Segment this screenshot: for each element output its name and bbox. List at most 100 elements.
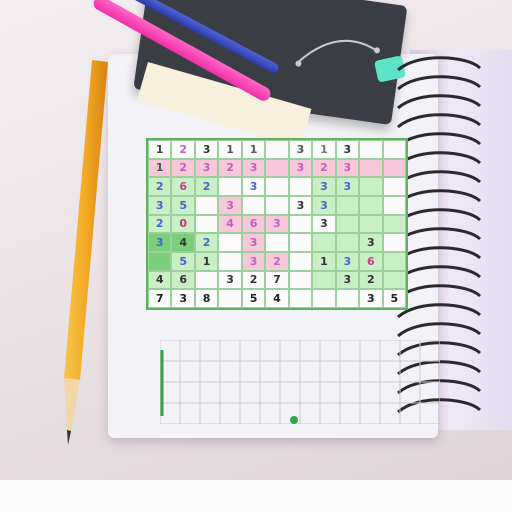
grid-cell xyxy=(265,233,289,252)
grid-cell: 4 xyxy=(265,289,289,308)
grid-cell xyxy=(241,195,266,215)
grid-cell xyxy=(265,195,289,215)
graph-dot xyxy=(290,416,298,424)
grid-cell xyxy=(288,289,313,308)
grid-cell xyxy=(335,233,360,252)
grid-cell: 2 xyxy=(148,214,172,234)
grid-cell: 6 xyxy=(171,270,195,290)
grid-cell: 3 xyxy=(335,140,360,159)
spiral-ring xyxy=(396,246,482,262)
grid-cell xyxy=(312,289,336,308)
grid-cell xyxy=(382,158,406,178)
grid-cell xyxy=(218,289,242,308)
grid-cell: 2 xyxy=(194,233,219,252)
desk-scene: 1231131312323323262333353332046333423351… xyxy=(0,0,512,512)
grid-cell xyxy=(382,251,406,271)
grid-cell xyxy=(359,158,383,178)
grid-cell: 4 xyxy=(171,233,195,252)
grid-cell xyxy=(312,270,336,290)
grid-cell: 5 xyxy=(171,195,195,215)
blank-graph-grid xyxy=(160,340,440,424)
grid-cell: 3 xyxy=(171,289,195,308)
grid-cell: 7 xyxy=(148,289,172,308)
spiral-ring xyxy=(396,189,482,205)
grid-cell xyxy=(148,251,172,271)
grid-cell: 1 xyxy=(218,140,242,159)
grid-cell: 1 xyxy=(194,251,219,271)
grid-cell: 3 xyxy=(335,270,360,290)
grid-cell xyxy=(265,158,289,178)
grid-cell: 3 xyxy=(148,195,172,215)
grid-cell: 3 xyxy=(359,289,383,308)
grid-cell: 5 xyxy=(171,251,195,271)
grid-cell xyxy=(359,177,383,196)
spiral-ring xyxy=(396,322,482,338)
grid-cell: 3 xyxy=(359,233,383,252)
grid-cell: 3 xyxy=(194,158,219,178)
spiral-ring xyxy=(396,75,482,91)
grid-cell xyxy=(265,140,289,159)
grid-cell xyxy=(288,214,313,234)
grid-cell xyxy=(218,177,242,196)
spiral-ring xyxy=(396,94,482,110)
grid-cell: 8 xyxy=(194,289,219,308)
grid-cell xyxy=(312,233,336,252)
grid-cell xyxy=(194,214,219,234)
grid-cell xyxy=(288,251,313,271)
grid-cell xyxy=(218,233,242,252)
spiral-ring xyxy=(396,170,482,186)
grid-cell xyxy=(194,270,219,290)
grid-cell xyxy=(382,233,406,252)
grid-cell: 3 xyxy=(288,158,313,178)
grid-cell: 1 xyxy=(312,251,336,271)
grid-cell: 3 xyxy=(194,140,219,159)
grid-cell: 5 xyxy=(241,289,266,308)
grid-cell: 2 xyxy=(171,158,195,178)
grid-cell: 2 xyxy=(148,177,172,196)
grid-cell xyxy=(382,177,406,196)
spiral-ring xyxy=(396,284,482,300)
yellow-pencil-icon xyxy=(64,60,108,445)
grid-cell: 3 xyxy=(241,251,266,271)
grid-cell: 1 xyxy=(241,140,266,159)
grid-cell: 7 xyxy=(265,270,289,290)
grid-cell: 3 xyxy=(241,158,266,178)
spiral-ring xyxy=(396,132,482,148)
grid-cell xyxy=(382,214,406,234)
grid-cell xyxy=(194,195,219,215)
grid-cell: 3 xyxy=(312,177,336,196)
grid-cell xyxy=(335,289,360,308)
grid-cell: 3 xyxy=(335,177,360,196)
grid-cell xyxy=(288,177,313,196)
grid-cell: 1 xyxy=(148,158,172,178)
grid-cell: 3 xyxy=(241,233,266,252)
bottom-band xyxy=(0,480,512,512)
grid-cell xyxy=(382,270,406,290)
grid-cell: 2 xyxy=(171,140,195,159)
grid-cell: 6 xyxy=(359,251,383,271)
grid-cell: 1 xyxy=(148,140,172,159)
grid-cell xyxy=(359,195,383,215)
grid-cell xyxy=(359,214,383,234)
puzzle-grid: 1231131312323323262333353332046333423351… xyxy=(146,138,408,310)
spiral-ring xyxy=(396,151,482,167)
grid-cell: 3 xyxy=(218,195,242,215)
grid-cell: 4 xyxy=(148,270,172,290)
grid-cell: 3 xyxy=(335,251,360,271)
grid-cell: 6 xyxy=(241,214,266,234)
grid-cell xyxy=(288,270,313,290)
grid-cell: 2 xyxy=(241,270,266,290)
grid-cell: 0 xyxy=(171,214,195,234)
grid-cell xyxy=(335,214,360,234)
grid-cell: 3 xyxy=(218,270,242,290)
grid-cell: 4 xyxy=(218,214,242,234)
spiral-ring xyxy=(396,208,482,224)
grid-cell: 3 xyxy=(312,195,336,215)
spiral-ring xyxy=(396,56,482,72)
grid-cell: 2 xyxy=(194,177,219,196)
grid-cell: 2 xyxy=(218,158,242,178)
grid-cell: 3 xyxy=(265,214,289,234)
grid-cell: 6 xyxy=(171,177,195,196)
spiral-ring xyxy=(396,303,482,319)
grid-cell: 3 xyxy=(288,195,313,215)
